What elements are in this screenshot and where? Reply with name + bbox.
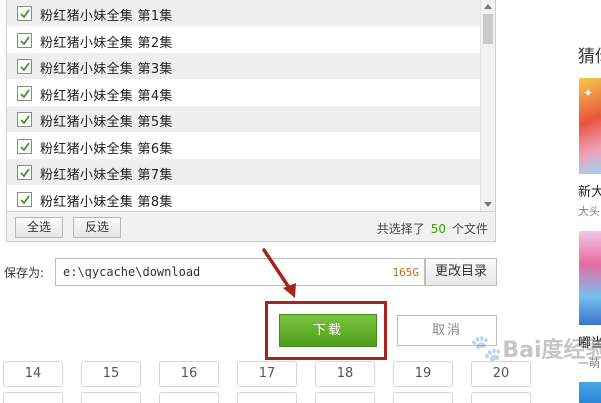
file-title: 粉红猪小妹全集: [40, 62, 134, 77]
save-path-value[interactable]: e:\qycache\download: [63, 265, 200, 279]
list-footer: 全选 反选 共选择了 50 个文件: [6, 212, 496, 242]
summary-suffix: 个文件: [451, 222, 488, 236]
scroll-down-arrow-icon[interactable]: [484, 202, 492, 207]
episode-button[interactable]: 15: [81, 361, 141, 387]
download-dialog: 粉红猪小妹全集 第1集 粉红猪小妹全集 第2集 粉红猪小妹全集 第3集 粉红猪小妹全集…: [0, 0, 510, 366]
episode-button[interactable]: [471, 392, 531, 403]
file-name: 粉红猪小妹全集 第7集: [40, 164, 173, 183]
file-name: 粉红猪小妹全集 第4集: [40, 85, 173, 104]
checkmark-icon: [20, 194, 30, 204]
file-episode: 第1集: [137, 9, 173, 24]
file-row[interactable]: 粉红猪小妹全集 第6集: [7, 132, 481, 160]
sidebar-title: 猜你: [578, 47, 601, 67]
file-row[interactable]: 粉红猪小妹全集 第7集: [7, 159, 481, 186]
checkmark-icon: [20, 9, 30, 19]
episode-button[interactable]: 16: [159, 361, 219, 387]
scrollbar[interactable]: [480, 0, 495, 211]
file-episode: 第6集: [137, 141, 173, 157]
save-as-label: 保存为:: [4, 266, 45, 280]
file-title: 粉红猪小妹全集: [40, 35, 134, 51]
thumbnail-art: ✦: [583, 86, 594, 100]
file-row[interactable]: 粉红猪小妹全集 第1集: [7, 0, 481, 27]
checkmark-icon: [20, 115, 30, 125]
recommend-thumbnail[interactable]: [579, 231, 601, 325]
episode-button[interactable]: 14: [3, 361, 63, 387]
file-checkbox[interactable]: [17, 32, 32, 48]
invert-selection-button[interactable]: 反选: [73, 217, 121, 238]
baidu-jingyan-watermark: 🐾Bai度经验: [470, 332, 601, 364]
file-name: 粉红猪小妹全集 第5集: [40, 111, 173, 130]
episode-button[interactable]: [3, 392, 63, 403]
recommend-item-subtitle: 大头: [578, 205, 600, 218]
select-all-button[interactable]: 全选: [15, 217, 63, 238]
free-space-indicator: 165G: [392, 266, 420, 279]
episode-button[interactable]: 20: [471, 361, 531, 387]
file-checkbox[interactable]: [17, 191, 32, 207]
file-title: 粉红猪小妹全集: [40, 115, 134, 130]
checkmark-icon: [20, 88, 30, 98]
file-name: 粉红猪小妹全集 第2集: [40, 32, 173, 51]
file-episode: 第8集: [137, 194, 173, 210]
recommend-item-title[interactable]: 新大: [578, 181, 601, 200]
file-list: 粉红猪小妹全集 第1集 粉红猪小妹全集 第2集 粉红猪小妹全集 第3集 粉红猪小妹全集…: [6, 0, 496, 212]
file-checkbox[interactable]: [17, 165, 32, 180]
file-row[interactable]: 粉红猪小妹全集 第3集: [7, 53, 481, 80]
file-name: 粉红猪小妹全集 第1集: [40, 5, 173, 24]
file-checkbox[interactable]: [17, 59, 32, 74]
save-path-field[interactable]: e:\qycache\download 165G: [55, 258, 425, 286]
annotation-arrow-icon: [262, 248, 296, 298]
episode-button[interactable]: [237, 392, 297, 403]
file-checkbox[interactable]: [17, 112, 32, 127]
file-episode: 第7集: [137, 168, 173, 183]
file-title: 粉红猪小妹全集: [40, 194, 134, 210]
episode-button[interactable]: 18: [315, 361, 375, 387]
checkmark-icon: [20, 141, 30, 151]
file-row[interactable]: 粉红猪小妹全集 第4集: [7, 79, 481, 107]
episode-button[interactable]: [393, 392, 453, 403]
recommend-thumbnail[interactable]: [579, 382, 601, 403]
file-title: 粉红猪小妹全集: [40, 168, 134, 183]
file-title: 粉红猪小妹全集: [40, 88, 134, 104]
watermark-text: Bai度经验: [502, 338, 601, 363]
file-episode: 第2集: [137, 35, 173, 51]
episode-button[interactable]: [315, 392, 375, 403]
file-name: 粉红猪小妹全集 第3集: [40, 58, 173, 77]
episode-button[interactable]: 17: [237, 361, 297, 387]
scroll-thumb[interactable]: [483, 14, 493, 44]
episode-button[interactable]: 19: [393, 361, 453, 387]
episode-button[interactable]: [81, 392, 141, 403]
summary-prefix: 共选择了: [376, 222, 425, 236]
file-row[interactable]: 粉红猪小妹全集 第8集: [7, 185, 481, 211]
episode-strip: 14 15 16 17 18 19 20: [0, 360, 531, 403]
file-episode: 第4集: [137, 88, 173, 104]
checkmark-icon: [20, 62, 30, 72]
checkmark-icon: [20, 168, 30, 178]
change-directory-button[interactable]: 更改目录: [425, 258, 497, 286]
file-checkbox[interactable]: [17, 138, 32, 154]
file-title: 粉红猪小妹全集: [40, 141, 134, 157]
file-checkbox[interactable]: [17, 85, 32, 101]
scroll-up-arrow-icon[interactable]: [484, 4, 492, 9]
file-row[interactable]: 粉红猪小妹全集 第2集: [7, 26, 481, 54]
recommend-thumbnail[interactable]: ✦: [579, 78, 601, 174]
file-episode: 第3集: [137, 62, 173, 77]
checkmark-icon: [20, 35, 30, 45]
file-title: 粉红猪小妹全集: [40, 9, 134, 24]
selection-summary: 共选择了 50 个文件: [377, 220, 488, 237]
download-button[interactable]: 下载: [279, 314, 377, 347]
episode-button[interactable]: [159, 392, 219, 403]
paw-icon: 🐾: [470, 334, 503, 364]
file-name: 粉红猪小妹全集 第8集: [40, 191, 173, 210]
file-checkbox[interactable]: [17, 6, 32, 21]
file-name: 粉红猪小妹全集 第6集: [40, 138, 173, 157]
file-row[interactable]: 粉红猪小妹全集 第5集: [7, 106, 481, 133]
selected-count: 50: [430, 222, 446, 236]
file-episode: 第5集: [137, 115, 173, 130]
